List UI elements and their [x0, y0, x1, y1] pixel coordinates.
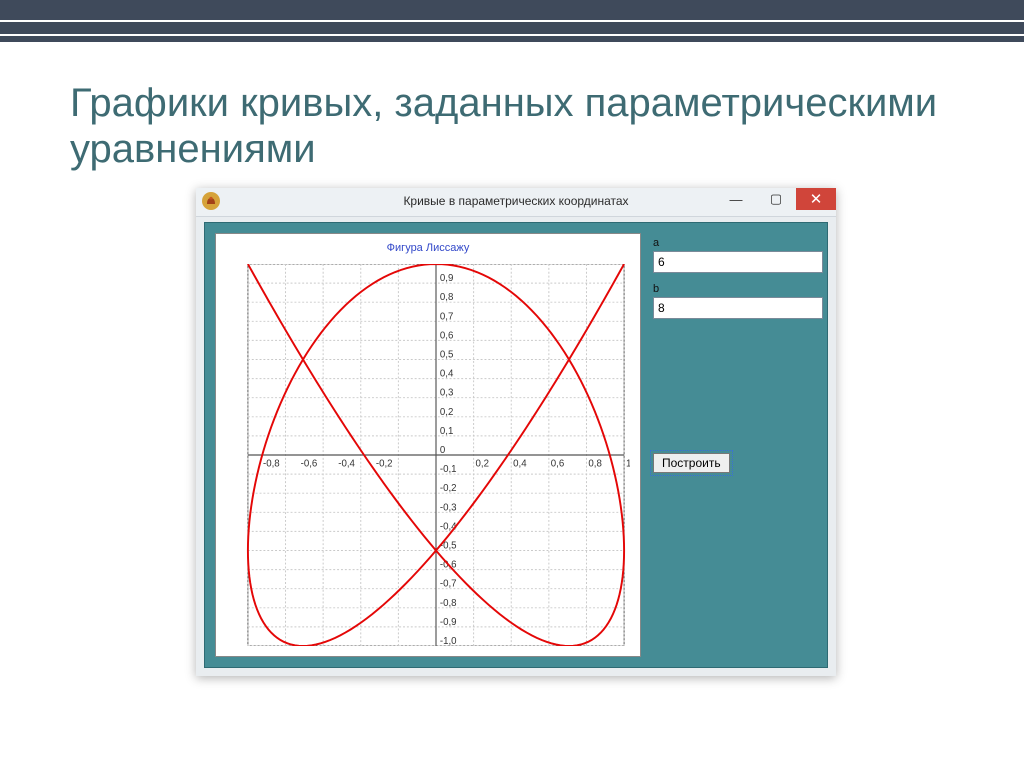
slide-title: Графики кривых, заданных параметрическим… — [70, 80, 964, 172]
close-button[interactable]: ✕ — [796, 188, 836, 210]
svg-text:0,5: 0,5 — [440, 350, 453, 361]
svg-text:-0,9: -0,9 — [440, 617, 457, 628]
svg-text:-0,6: -0,6 — [301, 459, 318, 470]
minimize-button[interactable]: — — [716, 188, 756, 210]
svg-text:-0,2: -0,2 — [376, 459, 393, 470]
label-a: a — [653, 237, 817, 249]
svg-text:0,6: 0,6 — [440, 330, 453, 341]
build-button[interactable]: Построить — [653, 453, 730, 473]
svg-text:0: 0 — [440, 445, 446, 456]
svg-text:1,0: 1,0 — [626, 459, 630, 470]
svg-text:-0,7: -0,7 — [440, 579, 457, 590]
svg-text:0,2: 0,2 — [476, 459, 489, 470]
svg-text:-0,2: -0,2 — [440, 483, 457, 494]
svg-text:0,8: 0,8 — [440, 292, 453, 303]
svg-text:-0,8: -0,8 — [263, 459, 280, 470]
svg-text:0,6: 0,6 — [551, 459, 564, 470]
svg-text:-1,0: -1,0 — [440, 636, 457, 646]
svg-text:0,9: 0,9 — [440, 273, 453, 284]
label-b: b — [653, 283, 817, 295]
svg-text:0,7: 0,7 — [440, 311, 453, 322]
svg-text:0,1: 0,1 — [440, 426, 453, 437]
chart-panel: Фигура Лиссажу -1,0 -0,8 -0,6 -0,4 -0,2 0,2 0,… — [215, 233, 641, 657]
svg-text:0,8: 0,8 — [588, 459, 601, 470]
input-b[interactable] — [653, 297, 823, 319]
svg-text:0,2: 0,2 — [440, 407, 453, 418]
chart-title: Фигура Лиссажу — [216, 242, 640, 254]
app-window: Кривые в параметрических координатах — ▢… — [196, 188, 836, 676]
chart-area: -1,0 -0,8 -0,6 -0,4 -0,2 0,2 0,4 0,6 0,8 1,0 -1,0 -… — [242, 264, 630, 646]
slide-top-decoration — [0, 0, 1024, 50]
svg-text:-0,1: -0,1 — [440, 464, 457, 475]
svg-text:-0,3: -0,3 — [440, 502, 457, 513]
svg-text:0,4: 0,4 — [440, 369, 454, 380]
titlebar[interactable]: Кривые в параметрических координатах — ▢… — [196, 188, 836, 217]
helmet-icon — [202, 192, 220, 210]
svg-text:0,3: 0,3 — [440, 388, 453, 399]
svg-text:-0,8: -0,8 — [440, 598, 457, 609]
input-a[interactable] — [653, 251, 823, 273]
maximize-button[interactable]: ▢ — [756, 188, 796, 210]
svg-text:0,4: 0,4 — [513, 459, 527, 470]
window-body: Фигура Лиссажу -1,0 -0,8 -0,6 -0,4 -0,2 0,2 0,… — [204, 222, 828, 668]
svg-text:-1,0: -1,0 — [242, 459, 243, 470]
svg-text:-0,4: -0,4 — [338, 459, 355, 470]
